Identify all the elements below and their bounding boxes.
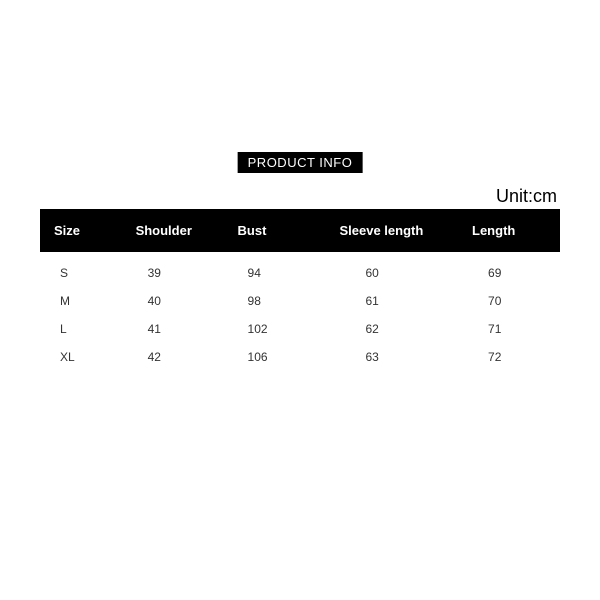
cell-sleeve: 61: [325, 287, 458, 315]
table-row: XL 42 106 63 72: [40, 343, 560, 371]
unit-label: Unit:cm: [496, 186, 557, 207]
cell-length: 70: [458, 287, 560, 315]
cell-bust: 102: [224, 315, 326, 343]
cell-size: XL: [40, 343, 122, 371]
col-length: Length: [458, 209, 560, 252]
cell-bust: 94: [224, 252, 326, 287]
cell-shoulder: 42: [122, 343, 224, 371]
cell-size: S: [40, 252, 122, 287]
size-table: Size Shoulder Bust Sleeve length Length …: [40, 209, 560, 371]
cell-sleeve: 63: [325, 343, 458, 371]
cell-size: L: [40, 315, 122, 343]
cell-sleeve: 60: [325, 252, 458, 287]
cell-bust: 106: [224, 343, 326, 371]
table-row: L 41 102 62 71: [40, 315, 560, 343]
cell-shoulder: 40: [122, 287, 224, 315]
col-size: Size: [40, 209, 122, 252]
table-header-row: Size Shoulder Bust Sleeve length Length: [40, 209, 560, 252]
cell-bust: 98: [224, 287, 326, 315]
cell-length: 69: [458, 252, 560, 287]
size-table-container: Size Shoulder Bust Sleeve length Length …: [40, 209, 560, 371]
table-row: M 40 98 61 70: [40, 287, 560, 315]
col-shoulder: Shoulder: [122, 209, 224, 252]
product-info-badge: PRODUCT INFO: [238, 152, 363, 173]
cell-length: 72: [458, 343, 560, 371]
table-row: S 39 94 60 69: [40, 252, 560, 287]
col-sleeve-length: Sleeve length: [325, 209, 458, 252]
cell-shoulder: 41: [122, 315, 224, 343]
col-bust: Bust: [224, 209, 326, 252]
cell-sleeve: 62: [325, 315, 458, 343]
cell-shoulder: 39: [122, 252, 224, 287]
cell-length: 71: [458, 315, 560, 343]
cell-size: M: [40, 287, 122, 315]
